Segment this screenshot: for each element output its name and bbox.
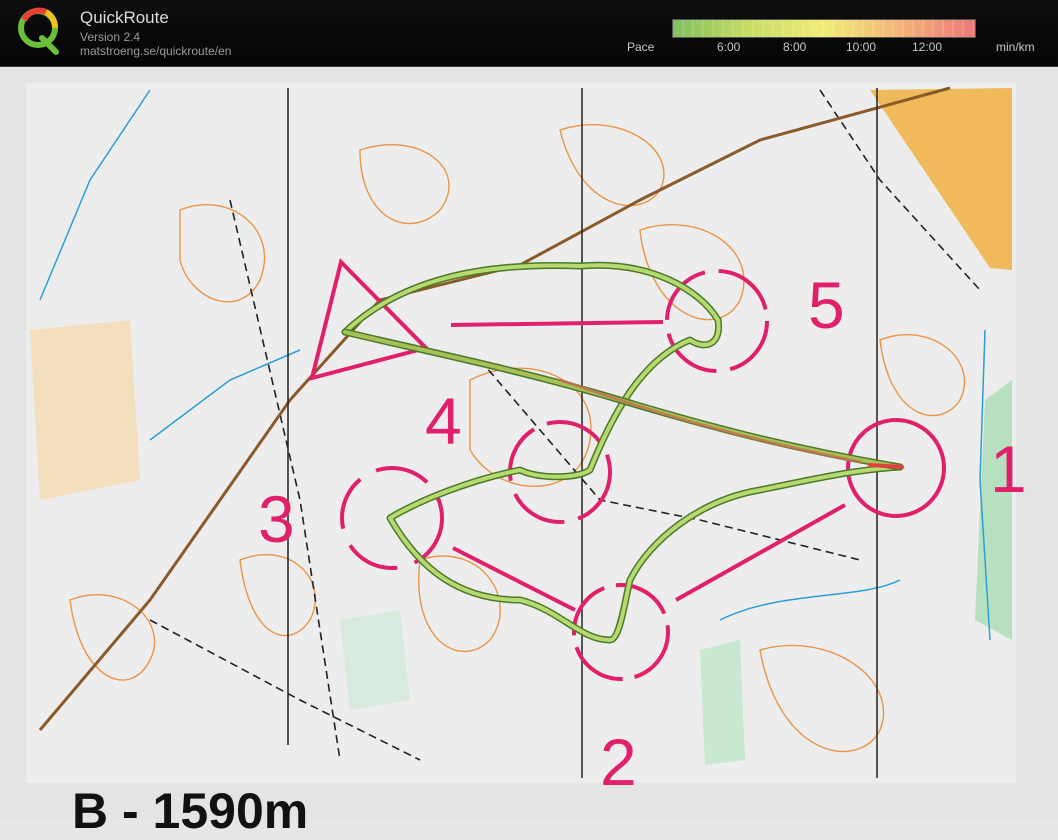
control-number-2: 2	[600, 725, 637, 799]
pace-gradient	[673, 20, 975, 37]
pace-tick-6: 6:00	[717, 40, 741, 54]
app-header: QuickRoute Version 2.4 matstroeng.se/qui…	[0, 0, 1058, 67]
control-numbers: 1 2 3 4 5	[258, 268, 1027, 799]
control-number-4: 4	[425, 384, 462, 458]
map-viewport[interactable]: 1 2 3 4 5 B - 1590m	[0, 67, 1058, 839]
course-title: B - 1590m	[72, 783, 309, 839]
yellow-area	[30, 320, 140, 500]
water-features	[39, 89, 991, 641]
app-title: QuickRoute	[80, 8, 169, 27]
green-area-2	[700, 640, 745, 765]
contours	[69, 124, 966, 753]
control-number-3: 3	[258, 482, 295, 556]
start-triangle	[309, 258, 430, 381]
green-area	[975, 380, 1012, 640]
paths	[149, 89, 981, 761]
app-url-link[interactable]: matstroeng.se/quickroute/en	[80, 44, 231, 58]
course-leg-1-2	[675, 503, 846, 602]
pace-unit: min/km	[996, 40, 1035, 54]
pace-tick-10: 10:00	[846, 40, 877, 54]
app-version: Version 2.4	[80, 30, 141, 44]
pace-color-scale	[672, 19, 976, 38]
control-number-5: 5	[808, 268, 845, 342]
green-area-3	[340, 610, 410, 710]
map-overlay: 1 2 3 4 5	[30, 86, 1027, 799]
course-leg-start-5	[450, 320, 664, 327]
pace-tick-12: 12:00	[912, 40, 943, 54]
pace-tick-8: 8:00	[783, 40, 807, 54]
quickroute-logo-icon	[18, 7, 59, 55]
control-number-1: 1	[990, 432, 1027, 506]
pace-label: Pace	[627, 40, 655, 54]
pace-gradient-fill	[673, 20, 975, 37]
open-land-area	[870, 88, 1012, 270]
